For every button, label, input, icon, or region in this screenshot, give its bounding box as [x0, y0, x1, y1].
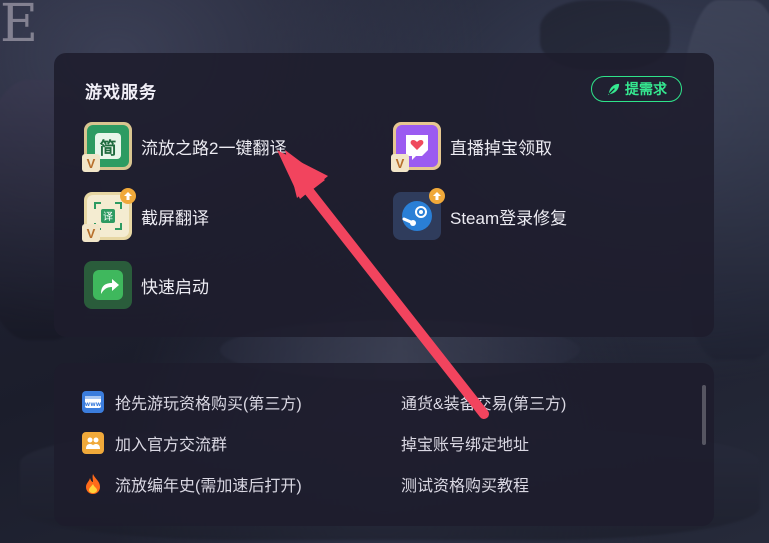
- link-label: 抢先游玩资格购买(第三方): [115, 396, 302, 413]
- link-label: 掉宝账号绑定地址: [401, 437, 530, 454]
- link-early-access-purchase[interactable]: www 抢先游玩资格购买(第三方): [82, 390, 302, 414]
- link-exile-chronicle[interactable]: 流放编年史(需加速后打开): [82, 472, 302, 496]
- link-label: 测试资格购买教程: [401, 478, 530, 495]
- feather-pen-icon: [607, 83, 620, 95]
- link-currency-trade[interactable]: 通货&装备交易(第三方): [401, 390, 566, 414]
- link-label: 加入官方交流群: [115, 437, 228, 454]
- game-logo-fragment: E: [0, 0, 38, 50]
- vip-badge-icon: V: [391, 154, 409, 172]
- service-screenshot-translate[interactable]: 译 V 截屏翻译: [82, 188, 209, 242]
- request-feature-label: 提需求: [625, 81, 667, 97]
- links-panel: www 抢先游玩资格购买(第三方) 加入官方交流群 流放编年史(需加速后打开) …: [54, 363, 714, 526]
- service-label: 直播掉宝领取: [450, 138, 552, 158]
- scrollbar[interactable]: [702, 385, 706, 445]
- upgrade-arrow-icon: [120, 188, 136, 204]
- vip-badge-icon: V: [82, 224, 100, 242]
- service-stream-drops[interactable]: V 直播掉宝领取: [391, 122, 552, 172]
- service-steam-login-fix[interactable]: Steam登录修复: [393, 188, 568, 240]
- quick-launch-icon: [84, 261, 132, 309]
- svg-text:译: 译: [103, 211, 113, 223]
- section-title: 游戏服务: [85, 83, 157, 102]
- link-test-purchase-tutorial[interactable]: 测试资格购买教程: [401, 472, 529, 496]
- twitch-drops-icon: V: [391, 122, 441, 172]
- service-label: Steam登录修复: [450, 208, 568, 228]
- www-icon: www: [82, 391, 104, 413]
- service-label: 截屏翻译: [141, 208, 209, 228]
- service-poe2-translate[interactable]: 简 V 流放之路2一键翻译: [82, 122, 287, 172]
- fire-icon: [82, 473, 104, 495]
- group-icon: [82, 432, 104, 454]
- link-label: 流放编年史(需加速后打开): [115, 478, 302, 495]
- steam-icon: [393, 188, 445, 240]
- vip-badge-icon: V: [82, 154, 100, 172]
- translate-simplified-icon: 简 V: [82, 122, 132, 172]
- screenshot-translate-icon: 译 V: [82, 188, 136, 242]
- service-label: 快速启动: [141, 277, 209, 297]
- service-quick-launch[interactable]: 快速启动: [84, 261, 209, 309]
- service-label: 流放之路2一键翻译: [141, 138, 287, 158]
- svg-text:www: www: [85, 401, 102, 408]
- link-label: 通货&装备交易(第三方): [401, 396, 567, 413]
- link-join-official-group[interactable]: 加入官方交流群: [82, 431, 227, 455]
- link-drops-account-binding[interactable]: 掉宝账号绑定地址: [401, 431, 529, 455]
- game-services-panel: 游戏服务 提需求 简 V 流放之路2一键翻译 V 直播掉宝领取 译 V 截屏翻译…: [54, 53, 714, 337]
- request-feature-button[interactable]: 提需求: [591, 76, 682, 102]
- upgrade-arrow-icon: [429, 188, 445, 204]
